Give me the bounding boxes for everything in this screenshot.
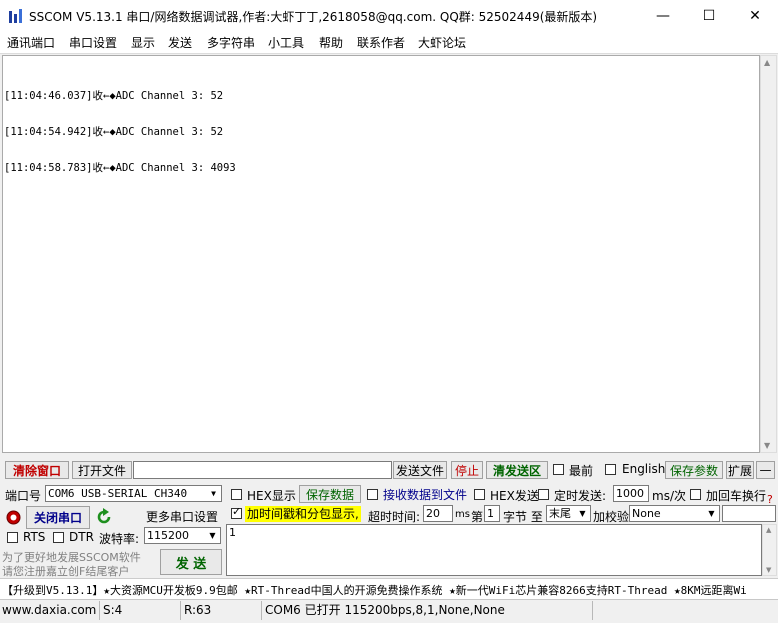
checksum-label: 加校验 xyxy=(593,510,630,524)
minimize-button[interactable]: — xyxy=(640,0,686,31)
status-url[interactable]: www.daxia.com xyxy=(0,601,100,620)
scroll-down-icon[interactable]: ▼ xyxy=(766,566,771,574)
scroll-down-icon[interactable]: ▼ xyxy=(764,441,770,450)
add-crlf-checkbox[interactable] xyxy=(690,489,701,500)
promo-line-2: 请您注册嘉立创F结尾客户 xyxy=(2,565,130,578)
scroll-up-icon[interactable]: ▲ xyxy=(766,526,771,534)
topmost-checkbox[interactable] xyxy=(553,464,564,475)
hex-send-checkbox[interactable] xyxy=(474,489,485,500)
receive-line: [11:04:58.783]收←◆ADC Channel 3: 4093 xyxy=(4,162,236,174)
chevron-down-icon[interactable]: ▼ xyxy=(704,506,719,521)
menu-multi-string[interactable]: 多字符串 xyxy=(207,34,255,51)
hex-display-checkbox[interactable] xyxy=(231,489,242,500)
dtr-label: DTR xyxy=(69,530,94,544)
stop-button[interactable]: 停止 xyxy=(451,461,483,479)
hex-display-label: HEX显示 xyxy=(247,489,296,503)
checksum-select[interactable]: None ▼ xyxy=(629,505,720,522)
menu-contact-author[interactable]: 联系作者 xyxy=(357,34,405,51)
ticker-text: 【升级到V5.13.1】★大资源MCU开发板9.9包邮 ★RT-Thread中国… xyxy=(2,584,747,597)
add-crlf-label: 加回车换行 xyxy=(706,489,767,503)
chevron-down-icon[interactable]: ▼ xyxy=(575,506,590,521)
baud-select[interactable]: 115200 ▼ xyxy=(144,527,221,544)
checksum-output xyxy=(722,505,776,522)
send-textarea[interactable]: 1 xyxy=(226,524,762,576)
window-title: SSCOM V5.13.1 串口/网络数据调试器,作者:大虾丁丁,2618058… xyxy=(29,10,598,24)
send-scrollbar[interactable]: ▲ ▼ xyxy=(762,524,777,576)
receive-scrollbar[interactable]: ▲ ▼ xyxy=(760,55,777,453)
menu-help[interactable]: 帮助 xyxy=(319,34,343,51)
byte-label: 字节 至 xyxy=(503,510,543,524)
save-data-button[interactable]: 保存数据 xyxy=(299,485,361,503)
port-select[interactable]: COM6 USB-SERIAL CH340 ▼ xyxy=(45,485,222,502)
chevron-down-icon[interactable]: ▼ xyxy=(205,528,220,543)
port-status-icon xyxy=(6,510,21,525)
maximize-button[interactable]: ☐ xyxy=(686,0,732,31)
file-path-input[interactable] xyxy=(133,461,392,479)
nth-input[interactable]: 1 xyxy=(484,505,500,522)
chevron-down-icon[interactable]: ▼ xyxy=(206,486,221,501)
topmost-label: 最前 xyxy=(569,464,594,478)
english-label: English xyxy=(622,462,666,476)
menu-display[interactable]: 显示 xyxy=(131,34,155,51)
news-ticker[interactable]: 【升级到V5.13.1】★大资源MCU开发板9.9包邮 ★RT-Thread中国… xyxy=(0,578,778,599)
timed-send-checkbox[interactable] xyxy=(538,489,549,500)
english-checkbox[interactable] xyxy=(605,464,616,475)
nth-label: 第 xyxy=(471,510,484,524)
close-button[interactable]: ✕ xyxy=(732,0,778,31)
clear-window-button[interactable]: 清除窗口 xyxy=(5,461,69,479)
baud-label: 波特率: xyxy=(99,532,140,546)
close-port-button[interactable]: 关闭串口 xyxy=(26,506,90,529)
checksum-value: None xyxy=(632,507,661,520)
send-text: 1 xyxy=(229,526,236,539)
timed-send-label: 定时发送: xyxy=(554,489,607,503)
menu-comm-port[interactable]: 通讯端口 xyxy=(7,34,55,51)
receive-line: [11:04:54.942]收←◆ADC Channel 3: 52 xyxy=(4,126,224,138)
timestamp-label: 加时间戳和分包显示, xyxy=(245,506,361,522)
hex-send-label: HEX发送 xyxy=(490,489,539,503)
collapse-button[interactable]: — xyxy=(756,461,775,479)
recv-to-file-button[interactable]: 接收数据到文件 xyxy=(381,485,469,503)
expand-button[interactable]: 扩展 xyxy=(726,461,754,479)
menu-forum[interactable]: 大虾论坛 xyxy=(418,34,466,51)
timeout-unit: ms xyxy=(455,509,470,520)
send-file-button[interactable]: 发送文件 xyxy=(393,461,447,479)
baud-value: 115200 xyxy=(147,529,189,542)
port-value: COM6 USB-SERIAL CH340 xyxy=(48,487,188,500)
end-select[interactable]: 末尾 ▼ xyxy=(546,505,591,522)
port-label: 端口号 xyxy=(5,489,42,503)
menu-port-settings[interactable]: 串口设置 xyxy=(69,34,117,51)
status-sent: S:4 xyxy=(101,601,181,620)
save-params-button[interactable]: 保存参数 xyxy=(665,461,723,479)
receive-text: [11:04:46.037]收←◆ADC Channel 3: 52 [11:0… xyxy=(4,66,236,186)
rts-checkbox[interactable] xyxy=(7,532,18,543)
scroll-up-icon[interactable]: ▲ xyxy=(764,58,770,67)
recv-to-file-checkbox[interactable] xyxy=(367,489,378,500)
open-file-button[interactable]: 打开文件 xyxy=(72,461,132,479)
timeout-label: 超时时间: xyxy=(368,510,421,524)
clear-send-button[interactable]: 清发送区 xyxy=(486,461,548,479)
refresh-icon[interactable] xyxy=(95,508,113,526)
checkmark-icon: ✓ xyxy=(232,505,242,518)
interval-unit: ms/次 xyxy=(652,489,686,503)
end-value: 末尾 xyxy=(549,507,571,520)
interval-input[interactable]: 1000 xyxy=(613,485,649,502)
timeout-input[interactable]: 20 xyxy=(423,505,453,522)
app-icon xyxy=(9,9,22,23)
rts-label: RTS xyxy=(23,530,46,544)
status-received: R:63 xyxy=(182,601,262,620)
menu-send[interactable]: 发送 xyxy=(168,34,192,51)
timestamp-checkbox[interactable]: ✓ xyxy=(231,505,242,519)
dtr-checkbox[interactable] xyxy=(53,532,64,543)
send-button[interactable]: 发 送 xyxy=(160,549,222,575)
menu-tools[interactable]: 小工具 xyxy=(268,34,304,51)
receive-line: [11:04:46.037]收←◆ADC Channel 3: 52 xyxy=(4,90,224,102)
more-settings-link[interactable]: 更多串口设置 xyxy=(146,508,218,525)
status-port: COM6 已打开 115200bps,8,1,None,None xyxy=(263,601,593,620)
